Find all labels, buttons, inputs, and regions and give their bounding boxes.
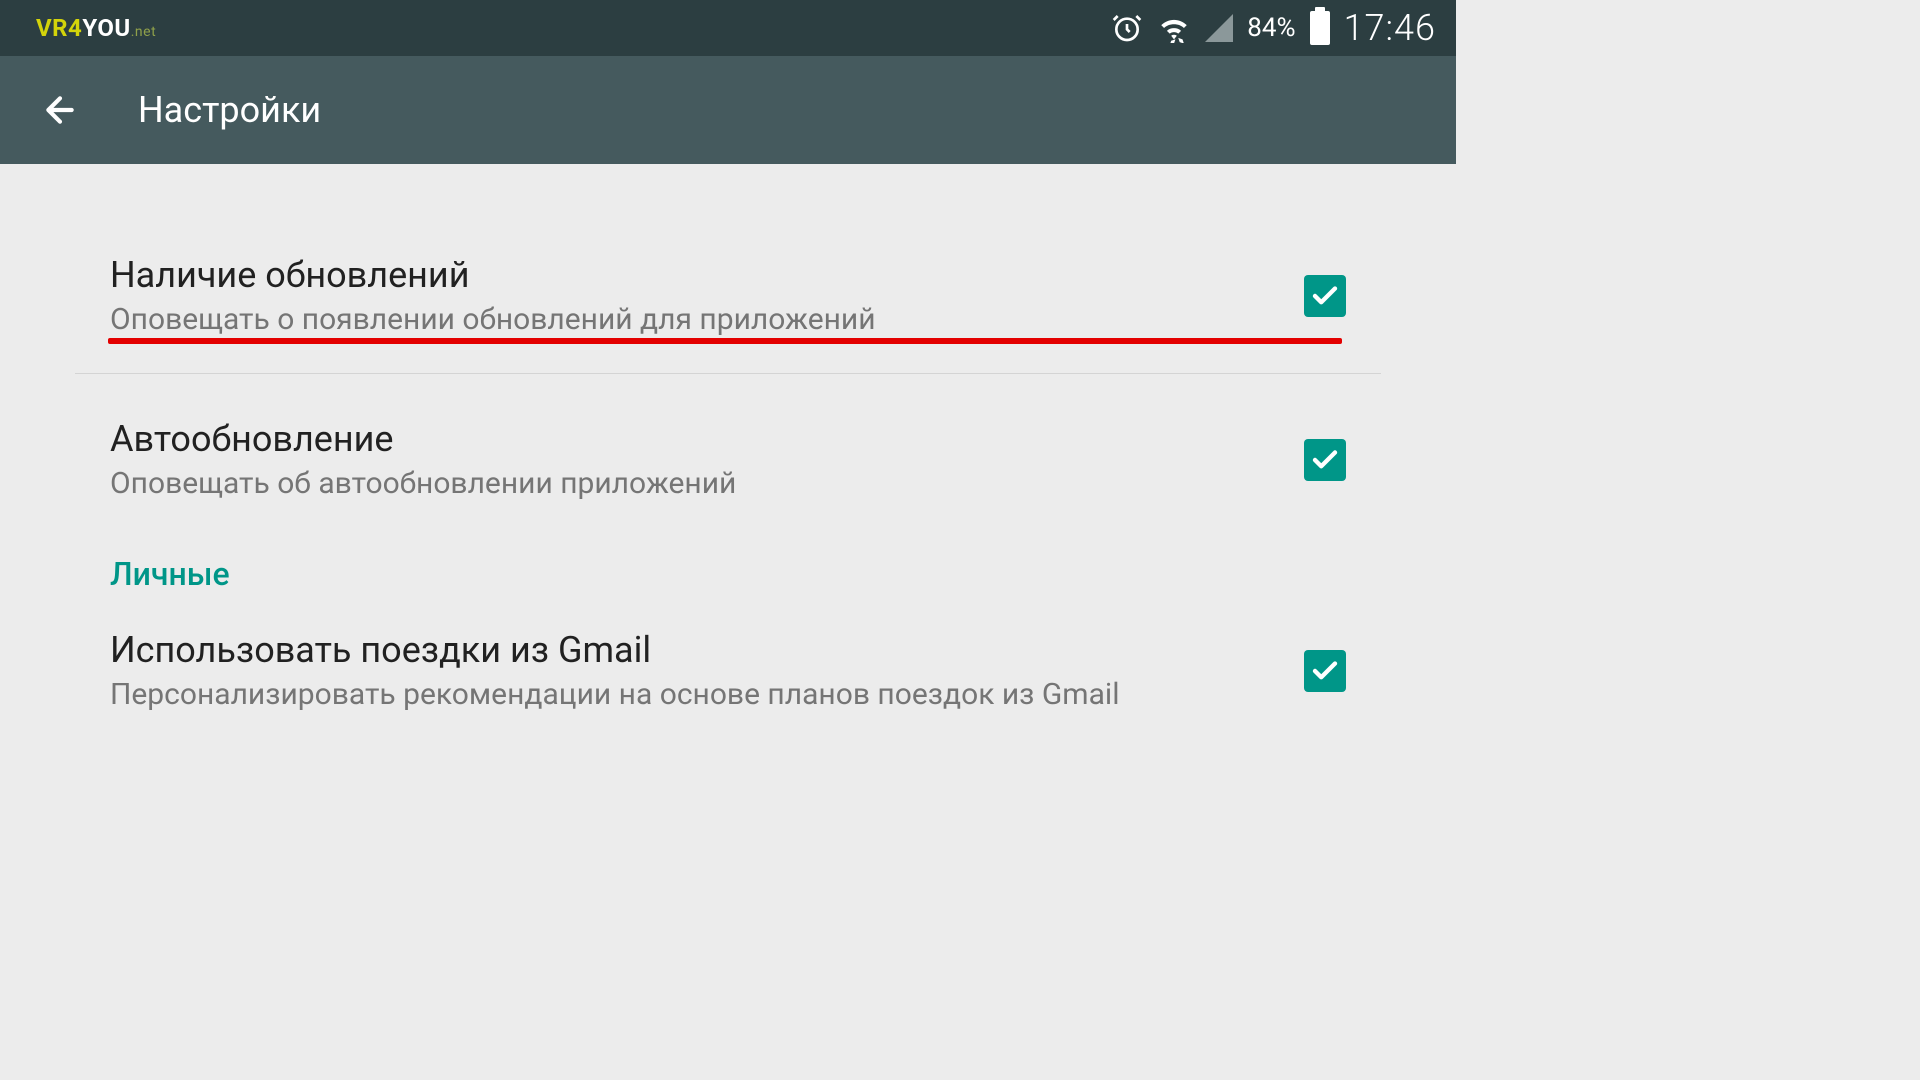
checkbox-updates-available[interactable]	[1304, 275, 1346, 317]
settings-list: Наличие обновлений Оповещать о появлении…	[0, 164, 1456, 732]
setting-text: Автообновление Оповещать об автообновлен…	[110, 418, 1304, 501]
setting-title: Использовать поездки из Gmail	[110, 629, 1304, 671]
battery-percent: 84%	[1247, 13, 1295, 43]
check-icon	[1310, 445, 1340, 475]
back-arrow-icon[interactable]	[40, 90, 80, 130]
app-bar: Настройки	[0, 56, 1456, 164]
status-right: 84% 17:46	[1111, 7, 1436, 49]
check-icon	[1310, 656, 1340, 686]
logo-part3: .net	[131, 24, 156, 40]
clock: 17:46	[1344, 7, 1436, 49]
logo-part2: YOU	[82, 14, 130, 42]
status-bar: VR4YOU.net 84% 17:46	[0, 0, 1456, 56]
setting-subtitle: Персонализировать рекомендации на основе…	[110, 677, 1304, 712]
wifi-icon	[1157, 13, 1191, 43]
setting-title: Автообновление	[110, 418, 1304, 460]
setting-text: Использовать поездки из Gmail Персонализ…	[110, 629, 1304, 712]
check-icon	[1310, 281, 1340, 311]
setting-title: Наличие обновлений	[110, 254, 1304, 296]
section-header-personal: Личные	[75, 521, 1381, 609]
setting-subtitle: Оповещать об автообновлении приложений	[110, 466, 1304, 501]
setting-subtitle: Оповещать о появлении обновлений для при…	[110, 302, 1304, 337]
annotation-underline	[108, 338, 1342, 344]
site-logo: VR4YOU.net	[36, 14, 156, 42]
signal-icon	[1205, 14, 1233, 42]
battery-icon	[1310, 11, 1330, 45]
alarm-icon	[1111, 12, 1143, 44]
checkbox-autoupdate[interactable]	[1304, 439, 1346, 481]
setting-text: Наличие обновлений Оповещать о появлении…	[110, 254, 1304, 337]
logo-part1: VR4	[36, 14, 82, 42]
setting-gmail-trips[interactable]: Использовать поездки из Gmail Персонализ…	[75, 609, 1381, 732]
page-title: Настройки	[138, 89, 321, 131]
divider	[75, 373, 1381, 374]
setting-autoupdate[interactable]: Автообновление Оповещать об автообновлен…	[75, 398, 1381, 521]
checkbox-gmail-trips[interactable]	[1304, 650, 1346, 692]
